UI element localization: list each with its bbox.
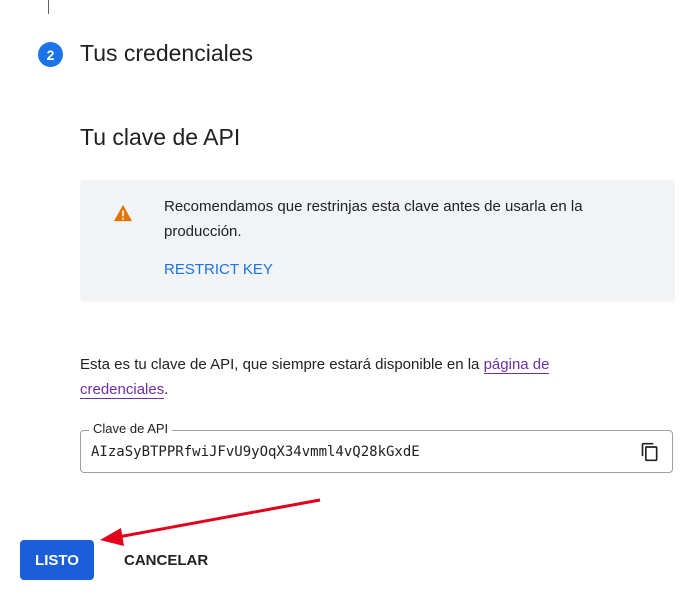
- done-button[interactable]: LISTO: [20, 540, 94, 580]
- restriction-notice: Recomendamos que restrinjas esta clave a…: [80, 180, 675, 302]
- notice-message: Recomendamos que restrinjas esta clave a…: [164, 198, 583, 240]
- api-key-field: Clave de API: [80, 420, 673, 473]
- cancel-button[interactable]: CANCELAR: [112, 540, 220, 580]
- description-text: Esta es tu clave de API, que siempre est…: [80, 356, 484, 373]
- copy-icon[interactable]: [640, 441, 660, 463]
- api-key-section-title: Tu clave de API: [80, 124, 241, 150]
- restrict-key-link[interactable]: RESTRICT KEY: [164, 261, 273, 278]
- warning-icon: [114, 204, 132, 222]
- api-key-input[interactable]: [91, 441, 611, 463]
- description-suffix: .: [164, 381, 169, 398]
- stepper-line: [48, 0, 49, 14]
- api-key-field-label: Clave de API: [89, 420, 173, 438]
- step-number-badge: 2: [38, 42, 63, 67]
- step-title: Tus credenciales: [80, 40, 254, 66]
- api-key-description: Esta es tu clave de API, que siempre est…: [80, 352, 620, 402]
